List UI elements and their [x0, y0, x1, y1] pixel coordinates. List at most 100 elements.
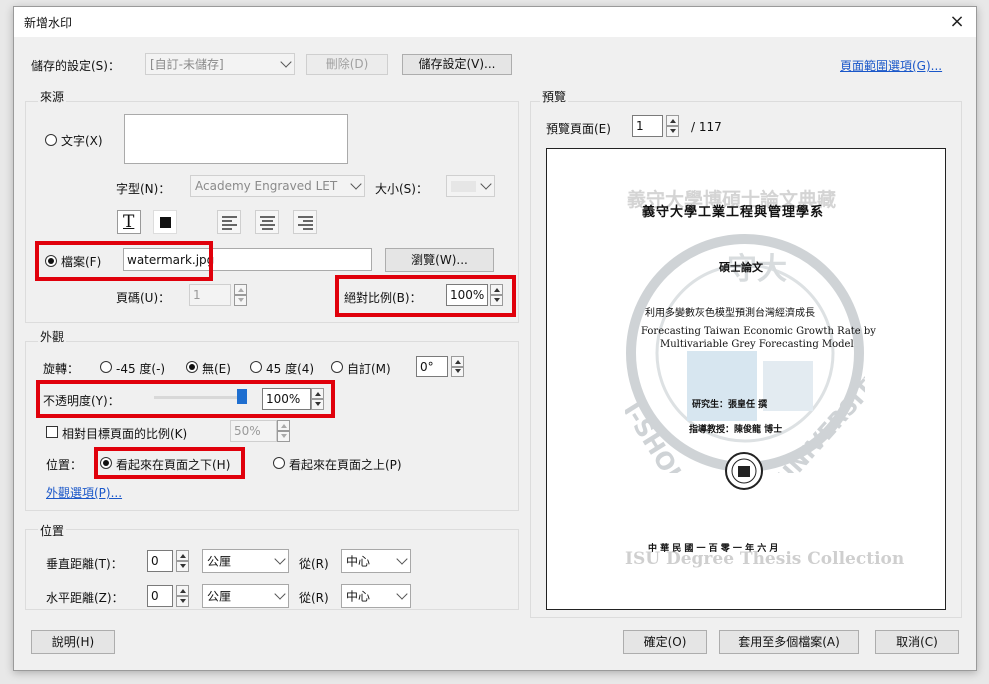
- chevron-down-icon: [396, 588, 408, 600]
- page-number-value: 1: [193, 288, 201, 302]
- browse-button[interactable]: 瀏覽(W)...: [385, 248, 494, 272]
- dialog-title: 新增水印: [24, 16, 73, 30]
- vertical-distance-field[interactable]: 0: [147, 550, 173, 572]
- font-select[interactable]: Academy Engraved LET: [190, 175, 365, 197]
- rotation-minus45-label: -45 度(-): [116, 362, 166, 376]
- opacity-value: 100%: [266, 392, 301, 406]
- close-icon[interactable]: ×: [946, 11, 968, 33]
- preview-page: 守大 I-SHOU UNIVERSITY 義守大學博碩士論文典藏 義守大學工業工…: [546, 148, 946, 610]
- doc-university: 義守大學工業工程與管理學系: [642, 205, 825, 220]
- horizontal-from-label: 從(R): [299, 591, 329, 605]
- vertical-from-select[interactable]: 中心: [341, 549, 411, 573]
- delete-button[interactable]: 刪除(D): [306, 54, 388, 75]
- page-number-spinner[interactable]: [234, 284, 247, 306]
- opacity-slider-fill: [154, 396, 246, 399]
- front-page-radio[interactable]: [273, 457, 285, 469]
- cancel-button[interactable]: 取消(C): [875, 630, 959, 654]
- relative-scale-field[interactable]: 50%: [230, 420, 277, 442]
- text-radio-label: 文字(X): [61, 134, 103, 148]
- horizontal-distance-field[interactable]: 0: [147, 585, 173, 607]
- vertical-unit-value: 公厘: [207, 554, 232, 569]
- color-swatch-icon: [160, 217, 171, 228]
- horizontal-from-value: 中心: [346, 589, 371, 604]
- absolute-scale-field[interactable]: 100%: [446, 284, 488, 306]
- page-number-field[interactable]: 1: [189, 284, 231, 306]
- relative-scale-spinner[interactable]: [277, 420, 290, 442]
- horizontal-distance-label: 水平距離(Z)：: [46, 591, 124, 605]
- horizontal-unit-select[interactable]: 公厘: [202, 584, 289, 608]
- rotation-custom-label: 自訂(M): [347, 362, 391, 376]
- text-radio[interactable]: [45, 134, 57, 146]
- saved-settings-value: [自訂-未儲存]: [150, 57, 224, 72]
- ok-button[interactable]: 確定(O): [623, 630, 707, 654]
- vertical-distance-value: 0: [151, 554, 159, 568]
- size-label: 大小(S)：: [375, 182, 428, 196]
- chevron-down-icon: [480, 178, 492, 190]
- doc-advisor: 指導教授：陳俊龍 博士: [689, 425, 783, 435]
- font-label: 字型(N)：: [116, 182, 171, 196]
- chevron-down-icon: [396, 553, 408, 565]
- align-left-button[interactable]: [217, 210, 241, 234]
- preview-page-spinner[interactable]: [666, 115, 679, 137]
- front-page-label: 看起來在頁面之上(P): [289, 458, 402, 472]
- preview-page-value: 1: [636, 119, 644, 133]
- vertical-distance-spinner[interactable]: [176, 550, 189, 572]
- title-bar: 新增水印 ×: [14, 7, 976, 37]
- saved-settings-select[interactable]: [自訂-未儲存]: [145, 53, 295, 75]
- rotation-none-radio[interactable]: [186, 361, 198, 373]
- opacity-slider-track[interactable]: [154, 396, 246, 399]
- chevron-down-icon: [350, 178, 362, 190]
- behind-page-radio[interactable]: [100, 457, 112, 469]
- preview-page-field[interactable]: 1: [632, 115, 663, 137]
- rotation-custom-field[interactable]: 0°: [416, 356, 448, 377]
- rotation-custom-radio[interactable]: [331, 361, 343, 373]
- appearance-options-link[interactable]: 外觀選項(P)...: [46, 484, 122, 501]
- behind-page-label: 看起來在頁面之下(H): [116, 458, 231, 472]
- horizontal-distance-spinner[interactable]: [176, 585, 189, 607]
- align-right-button[interactable]: [293, 210, 317, 234]
- horizontal-distance-value: 0: [151, 589, 159, 603]
- page-number-label: 頁碼(U)：: [116, 291, 171, 305]
- size-select[interactable]: [446, 175, 495, 197]
- align-center-button[interactable]: [255, 210, 279, 234]
- vertical-unit-select[interactable]: 公厘: [202, 549, 289, 573]
- doc-title-en-1: Forecasting Taiwan Economic Growth Rate …: [641, 326, 876, 337]
- rotation-45-label: 45 度(4): [266, 362, 315, 376]
- file-path-field[interactable]: watermark.jpg: [123, 248, 372, 271]
- text-style-button[interactable]: T: [117, 210, 141, 234]
- seal-arc-left: I-SHOU: [625, 397, 692, 473]
- size-placeholder: [451, 181, 476, 192]
- vertical-from-value: 中心: [346, 554, 371, 569]
- font-value: Academy Engraved LET: [195, 179, 338, 193]
- apply-to-multiple-files-button[interactable]: 套用至多個檔案(A): [719, 630, 859, 654]
- file-radio[interactable]: [45, 255, 57, 267]
- doc-title-en-2: Multivariable Grey Forecasting Model: [660, 339, 854, 350]
- rotation-custom-spinner[interactable]: [451, 356, 464, 377]
- text-color-button[interactable]: [153, 210, 177, 234]
- opacity-spinner[interactable]: [311, 388, 324, 410]
- opacity-field[interactable]: 100%: [262, 388, 311, 410]
- rotation-45-radio[interactable]: [250, 361, 262, 373]
- chevron-down-icon: [274, 588, 286, 600]
- absolute-scale-value: 100%: [450, 288, 485, 302]
- rotation-minus45-radio[interactable]: [100, 361, 112, 373]
- absolute-scale-spinner[interactable]: [490, 284, 503, 306]
- doc-thesis-type: 碩士論文: [719, 261, 763, 274]
- watermark-bottom-text: ISU Degree Thesis Collection: [625, 549, 905, 569]
- horizontal-from-select[interactable]: 中心: [341, 584, 411, 608]
- preview-page-label: 預覽頁面(E): [546, 122, 611, 136]
- layer-position-label: 位置：: [46, 458, 83, 472]
- rotation-label: 旋轉：: [43, 362, 80, 376]
- vertical-from-label: 從(R): [299, 557, 329, 571]
- horizontal-unit-value: 公厘: [207, 589, 232, 604]
- watermark-text-area[interactable]: [124, 114, 348, 164]
- relative-scale-checkbox[interactable]: [46, 426, 58, 438]
- saved-settings-label: 儲存的設定(S)：: [31, 59, 120, 73]
- page-range-options-link[interactable]: 頁面範圍選項(G)...: [840, 57, 942, 74]
- relative-scale-label: 相對目標頁面的比例(K): [62, 427, 188, 441]
- opacity-slider-thumb[interactable]: [237, 389, 247, 404]
- chevron-down-icon: [280, 56, 292, 68]
- doc-student: 研究生：張皇任 撰: [692, 400, 768, 410]
- help-button[interactable]: 說明(H): [31, 630, 115, 654]
- save-settings-button[interactable]: 儲存設定(V)...: [402, 54, 512, 75]
